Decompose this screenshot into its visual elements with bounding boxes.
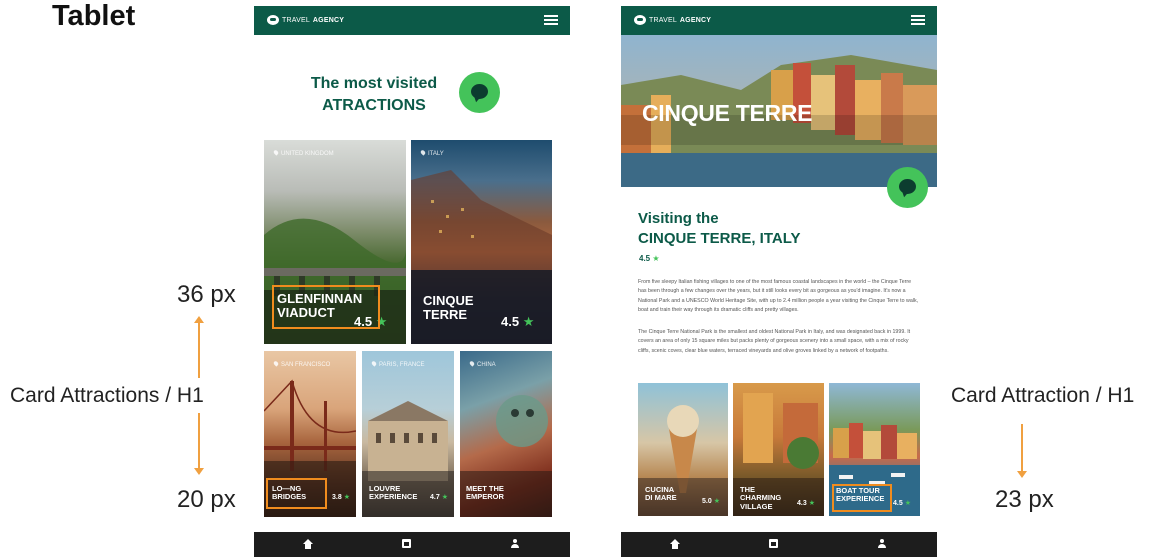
- card-rating: 4.5 ★: [893, 500, 911, 507]
- detail-heading: Visiting the CINQUE TERRE, ITALY: [638, 209, 801, 250]
- tablet-screen-attractions: TRAVEL AGENCY The most visited ATRACTIONS…: [254, 6, 570, 557]
- annotation-size-36: 36 px: [177, 281, 236, 308]
- card-louvre-experience[interactable]: PARIS, FRANCE LOUVRE EXPERIENCE 4.7 ★: [362, 351, 454, 517]
- highlight-box-h1: [272, 285, 380, 329]
- user-icon[interactable]: [510, 539, 520, 549]
- annotation-arrow-down-right: [1017, 424, 1027, 478]
- bottom-nav-bar: [621, 532, 937, 557]
- location-pin-icon: [370, 360, 378, 367]
- hero-title: CINQUE TERRE: [642, 100, 813, 126]
- top-app-bar: TRAVEL AGENCY: [254, 6, 570, 35]
- card-title: MEET THE EMPEROR: [466, 484, 504, 502]
- heading-line-2: CINQUE TERRE, ITALY: [638, 230, 801, 248]
- star-icon: ★: [652, 254, 660, 263]
- annotation-label-left: Card Attractions / H1: [10, 384, 204, 407]
- annotation-arrow-down: [194, 413, 204, 475]
- star-icon: ★: [441, 494, 448, 501]
- calendar-icon[interactable]: [769, 539, 778, 548]
- annotation-label-right: Card Attraction / H1: [951, 384, 1135, 407]
- logo-text-light: TRAVEL: [282, 16, 310, 24]
- home-icon[interactable]: [670, 539, 680, 549]
- location-pin-icon: [272, 149, 280, 156]
- heading-line-2: ATRACTIONS: [322, 96, 426, 114]
- brand-logo[interactable]: TRAVEL AGENCY: [267, 15, 344, 25]
- annotation-size-20: 20 px: [177, 486, 236, 513]
- card-location: UNITED KINGDOM: [272, 149, 334, 157]
- chat-button[interactable]: [887, 167, 928, 208]
- brand-logo[interactable]: TRAVEL AGENCY: [634, 15, 711, 25]
- hamburger-menu-icon[interactable]: [544, 15, 558, 25]
- calendar-icon[interactable]: [402, 539, 411, 548]
- user-icon[interactable]: [877, 539, 887, 549]
- travel-agency-logo-icon: [267, 15, 279, 25]
- top-app-bar: TRAVEL AGENCY: [621, 6, 937, 35]
- location-pin-icon: [272, 360, 280, 367]
- location-pin-icon: [468, 360, 476, 367]
- card-location: ITALY: [419, 149, 444, 157]
- star-icon: ★: [522, 314, 535, 329]
- heading-line-1: The most visited: [310, 75, 438, 92]
- tablet-screen-detail: TRAVEL AGENCY CINQUE TERRE Visiting the …: [621, 6, 937, 557]
- card-the-charming-village[interactable]: THE CHARMING VILLAGE 4.3 ★: [733, 383, 824, 516]
- description-paragraph-1: From five sleepy Italian fishing village…: [638, 279, 919, 313]
- hero-image: CINQUE TERRE: [621, 35, 937, 187]
- card-location: SAN FRANCISCO: [272, 360, 330, 368]
- home-icon[interactable]: [303, 539, 313, 549]
- logo-text-bold: AGENCY: [312, 16, 345, 24]
- card-rating: 4.3 ★: [797, 500, 815, 507]
- section-heading: The most visited ATRACTIONS: [294, 73, 454, 116]
- star-icon: ★: [713, 498, 720, 505]
- highlight-box-h1-small: [266, 478, 327, 509]
- location-pin-icon: [419, 149, 427, 156]
- card-cucina-di-mare[interactable]: CUCINA DI MARE 5.0 ★: [638, 383, 728, 516]
- star-icon: ★: [904, 500, 911, 507]
- card-title: LOUVRE EXPERIENCE: [369, 484, 418, 502]
- card-location: CHINA: [468, 360, 496, 368]
- card-rating: 4.5 ★: [501, 314, 535, 329]
- description-paragraph-2: The Cinque Terre National Park is the sm…: [638, 329, 911, 354]
- chat-bubble-icon: [899, 179, 916, 194]
- hamburger-menu-icon[interactable]: [911, 15, 925, 25]
- card-title: THE CHARMING VILLAGE: [740, 485, 782, 511]
- travel-agency-logo-icon: [634, 15, 646, 25]
- page-title: Tablet: [52, 0, 136, 32]
- card-cinque-terre[interactable]: ITALY CINQUE TERRE 4.5 ★: [411, 140, 552, 344]
- card-title: CUCINA DI MARE: [645, 485, 677, 503]
- heading-line-1: Visiting the: [638, 210, 719, 227]
- card-rating: 4.7 ★: [430, 494, 448, 501]
- detail-rating: 4.5 ★: [639, 254, 660, 263]
- highlight-box-h1-small: [832, 484, 892, 512]
- logo-text-light: TRAVEL: [649, 16, 677, 24]
- chat-bubble-icon: [471, 84, 488, 99]
- card-title: CINQUE TERRE: [423, 293, 474, 323]
- card-meet-the-emperor[interactable]: CHINA MEET THE EMPEROR: [460, 351, 552, 517]
- card-rating: 3.8 ★: [332, 494, 350, 501]
- star-icon: ★: [808, 500, 815, 507]
- card-rating: 5.0 ★: [702, 498, 720, 505]
- annotation-size-23: 23 px: [995, 486, 1054, 513]
- bottom-nav-bar: [254, 532, 570, 557]
- annotation-arrow-up: [194, 316, 204, 378]
- star-icon: ★: [343, 494, 350, 501]
- logo-text-bold: AGENCY: [679, 16, 712, 24]
- chat-button[interactable]: [459, 72, 500, 113]
- card-location: PARIS, FRANCE: [370, 360, 425, 368]
